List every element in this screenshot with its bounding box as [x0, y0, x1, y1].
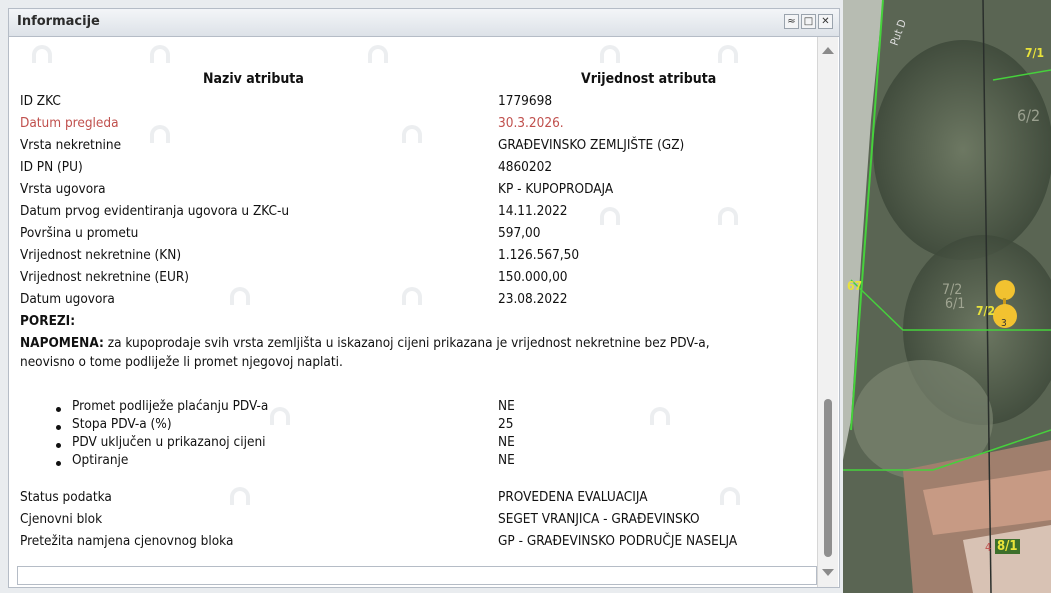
- panel-titlebar[interactable]: Informacije ≈ □ ✕: [9, 9, 839, 37]
- attribute-value: 30.3.2026.: [498, 115, 564, 131]
- attribute-name: Površina u prometu: [20, 225, 139, 241]
- napomena-line-2: neovisno o tome podliježe li promet njeg…: [20, 354, 343, 370]
- attribute-value: 597,00: [498, 225, 541, 241]
- collapse-icon: ≈: [787, 16, 796, 27]
- map-parcel-label: 6/2: [1017, 106, 1041, 125]
- tax-item-name: Promet podliježe plaćanju PDV-a: [72, 398, 269, 414]
- watermark-icon: [230, 487, 250, 505]
- attribute-name: Vrijednost nekretnine (KN): [20, 247, 182, 263]
- map-view[interactable]: Put D 7/1 6/2 67 7/2 6/1 7/2 3 4 8/1: [843, 0, 1051, 593]
- attribute-name: Datum ugovora: [20, 291, 115, 307]
- bullet-icon: [56, 443, 61, 448]
- scrollbar-thumb[interactable]: [824, 399, 832, 557]
- column-header-name: Naziv atributa: [203, 71, 304, 87]
- close-icon: ✕: [821, 16, 830, 27]
- watermark-icon: [32, 45, 52, 63]
- column-header-value: Vrijednost atributa: [581, 71, 717, 87]
- attribute-name: Vrsta ugovora: [20, 181, 106, 197]
- map-parcel-label: 8/1: [995, 539, 1020, 554]
- attribute-name: ID PN (PU): [20, 159, 83, 175]
- napomena-label: NAPOMENA:: [20, 335, 104, 351]
- map-parcel-label: 7/1: [1025, 46, 1044, 60]
- scroll-up-icon[interactable]: [822, 47, 834, 54]
- bullet-icon: [56, 407, 61, 412]
- watermark-icon: [150, 125, 170, 143]
- attribute-name: Datum pregleda: [20, 115, 119, 131]
- watermark-icon: [600, 45, 620, 63]
- watermark-icon: [402, 125, 422, 143]
- scroll-down-icon[interactable]: [822, 569, 834, 576]
- maximize-icon: □: [803, 16, 814, 27]
- close-button[interactable]: ✕: [818, 14, 833, 29]
- map-parcel-label: 67: [847, 279, 863, 293]
- attribute-name: Vrijednost nekretnine (EUR): [20, 269, 190, 285]
- info-panel: Informacije ≈ □ ✕ Naziv atributa Vrijedn…: [8, 8, 840, 588]
- watermark-icon: [718, 207, 738, 225]
- panel-title: Informacije: [17, 14, 100, 29]
- attribute-value: 4860202: [498, 159, 553, 175]
- bullet-icon: [56, 425, 61, 430]
- attribute-value: SEGET VRANJICA - GRAĐEVINSKO: [498, 511, 700, 527]
- attribute-value: KP - KUPOPRODAJA: [498, 181, 614, 197]
- tax-item-value: NE: [498, 398, 515, 414]
- attribute-name: Pretežita namjena cjenovnog bloka: [20, 533, 234, 549]
- watermark-icon: [718, 45, 738, 63]
- attribute-value: 23.08.2022: [498, 291, 568, 307]
- attribute-name: Cjenovni blok: [20, 511, 103, 527]
- panel-footer-field: [17, 566, 817, 585]
- attribute-value: 150.000,00: [498, 269, 568, 285]
- tax-item-name: PDV uključen u prikazanoj cijeni: [72, 434, 266, 450]
- watermark-icon: [150, 45, 170, 63]
- attribute-value: PROVEDENA EVALUACIJA: [498, 489, 648, 505]
- maximize-button[interactable]: □: [801, 14, 816, 29]
- attribute-name: Status podatka: [20, 489, 112, 505]
- watermark-icon: [650, 407, 670, 425]
- map-pin-number: 3: [1001, 318, 1007, 329]
- tax-item-name: Optiranje: [72, 452, 129, 468]
- attribute-name: ID ZKC: [20, 93, 61, 109]
- map-parcel-label: 4: [985, 541, 992, 554]
- attribute-value: GP - GRAĐEVINSKO PODRUČJE NASELJA: [498, 533, 738, 549]
- watermark-icon: [270, 407, 290, 425]
- attribute-value: 1.126.567,50: [498, 247, 580, 263]
- tax-item-value: NE: [498, 434, 515, 450]
- watermark-icon: [368, 45, 388, 63]
- tax-item-value: 25: [498, 416, 514, 432]
- vertical-scrollbar[interactable]: [817, 37, 838, 587]
- watermark-icon: [720, 487, 740, 505]
- watermark-icon: [402, 287, 422, 305]
- attribute-name: Datum prvog evidentiranja ugovora u ZKC-…: [20, 203, 290, 219]
- napomena-line-1: NAPOMENA: za kupoprodaje svih vrsta zeml…: [20, 335, 710, 351]
- attribute-value: 1779698: [498, 93, 553, 109]
- attribute-content: Naziv atributa Vrijednost atributa ID ZK…: [10, 37, 816, 559]
- map-parcel-label: 6/1: [945, 296, 966, 312]
- attribute-name: Vrsta nekretnine: [20, 137, 122, 153]
- napomena-text: za kupoprodaje svih vrsta zemljišta u is…: [103, 335, 710, 351]
- tax-item-value: NE: [498, 452, 515, 468]
- tax-item-name: Stopa PDV-a (%): [72, 416, 172, 432]
- collapse-button[interactable]: ≈: [784, 14, 799, 29]
- bullet-icon: [56, 461, 61, 466]
- map-parcel-label: 7/2: [976, 304, 995, 318]
- attribute-value: 14.11.2022: [498, 203, 568, 219]
- watermark-icon: [600, 207, 620, 225]
- attribute-value: GRAĐEVINSKO ZEMLJIŠTE (GZ): [498, 137, 685, 153]
- watermark-icon: [230, 287, 250, 305]
- porezi-heading: POREZI:: [20, 313, 76, 329]
